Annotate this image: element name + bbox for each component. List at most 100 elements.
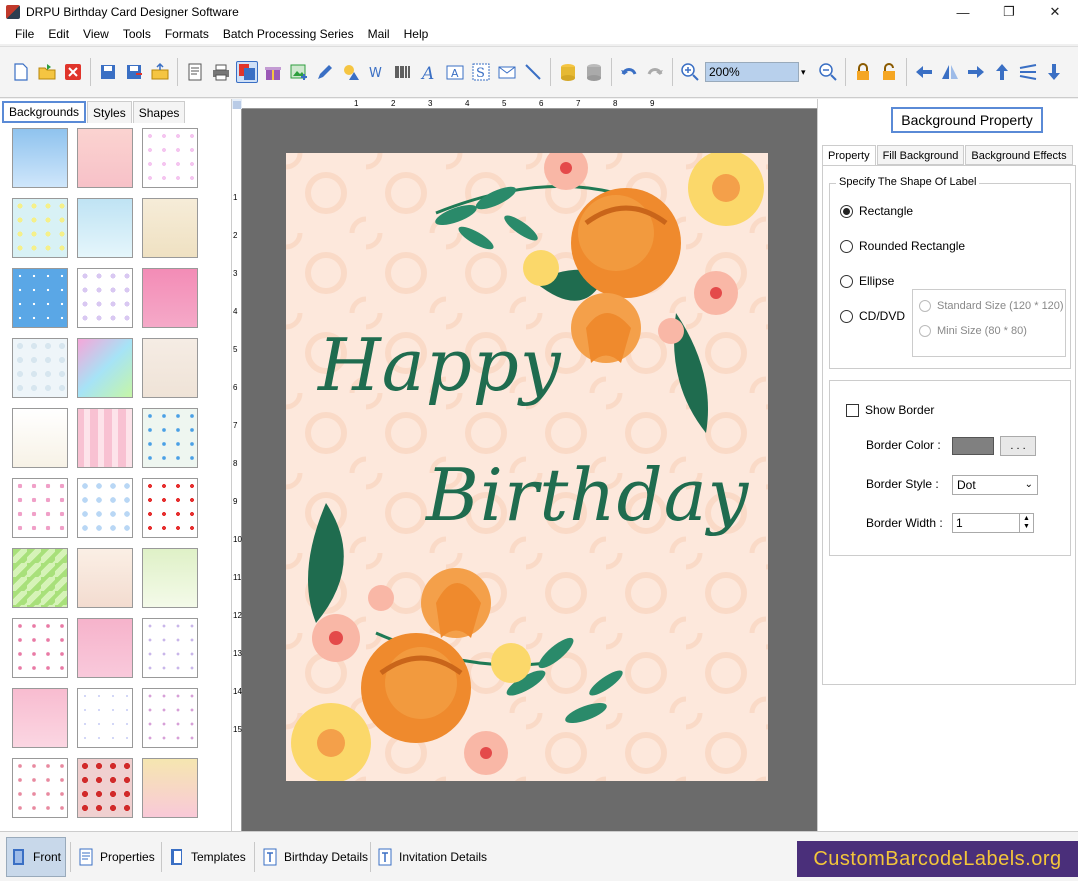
arrow-left-icon[interactable]	[913, 61, 935, 83]
background-thumbnail[interactable]	[142, 128, 198, 188]
card-view-icon[interactable]	[236, 61, 258, 83]
save-as-icon[interactable]	[123, 61, 145, 83]
unlock-icon[interactable]	[878, 61, 900, 83]
tab-properties[interactable]: Properties	[74, 837, 159, 877]
pen-icon[interactable]	[314, 61, 336, 83]
radio-cd-dvd[interactable]: CD/DVD	[840, 309, 905, 323]
gift-icon[interactable]	[262, 61, 284, 83]
shapes-icon[interactable]	[340, 61, 362, 83]
background-thumbnail[interactable]	[12, 478, 68, 538]
tab-backgrounds[interactable]: Backgrounds	[2, 101, 87, 123]
tab-birthday-details[interactable]: Birthday Details	[258, 837, 372, 877]
design-canvas[interactable]: Happy Birthday	[242, 109, 817, 831]
background-thumbnail[interactable]	[77, 268, 133, 328]
menu-formats[interactable]: Formats	[158, 24, 216, 44]
background-thumbnail[interactable]	[77, 198, 133, 258]
background-thumbnail[interactable]	[142, 198, 198, 258]
arrow-up-icon[interactable]	[991, 61, 1013, 83]
background-thumbnail[interactable]	[12, 268, 68, 328]
menu-view[interactable]: View	[76, 24, 116, 44]
print-icon[interactable]	[210, 61, 232, 83]
background-thumbnail[interactable]	[12, 408, 68, 468]
radio-mini-size[interactable]: Mini Size (80 * 80)	[919, 325, 1027, 337]
background-thumbnail[interactable]	[142, 548, 198, 608]
zoom-dropdown-icon[interactable]: ▾	[801, 67, 811, 78]
maximize-button[interactable]: ❐	[986, 0, 1032, 24]
export-icon[interactable]	[149, 61, 171, 83]
text-icon[interactable]: A	[418, 61, 440, 83]
background-thumbnail[interactable]	[77, 128, 133, 188]
close-button[interactable]: ✕	[1032, 0, 1078, 24]
minimize-button[interactable]: —	[940, 0, 986, 24]
background-thumbnail[interactable]	[12, 618, 68, 678]
barcode-icon[interactable]	[392, 61, 414, 83]
show-border-checkbox[interactable]: Show Border	[846, 403, 934, 417]
background-thumbnail[interactable]	[77, 688, 133, 748]
text-box-icon[interactable]: A	[444, 61, 466, 83]
align-icon[interactable]	[1017, 61, 1039, 83]
background-thumbnail[interactable]	[12, 338, 68, 398]
card-text-birthday[interactable]: Birthday	[426, 453, 749, 537]
radio-ellipse[interactable]: Ellipse	[840, 274, 894, 288]
spinner-arrows-icon[interactable]: ▲ ▼	[1019, 514, 1033, 532]
close-doc-icon[interactable]	[62, 61, 84, 83]
menu-edit[interactable]: Edit	[41, 24, 76, 44]
undo-icon[interactable]	[618, 61, 640, 83]
menu-help[interactable]: Help	[397, 24, 436, 44]
background-thumbnail[interactable]	[77, 338, 133, 398]
database-gray-icon[interactable]	[583, 61, 605, 83]
tab-background-effects[interactable]: Background Effects	[965, 145, 1073, 165]
border-style-select[interactable]: Dot ⌄	[952, 475, 1038, 495]
tab-invitation-details[interactable]: Invitation Details	[373, 837, 491, 877]
line-icon[interactable]	[522, 61, 544, 83]
birthday-card[interactable]: Happy Birthday	[286, 153, 768, 781]
background-thumbnail[interactable]	[142, 478, 198, 538]
flip-icon[interactable]	[939, 61, 961, 83]
zoom-out-icon[interactable]	[817, 61, 839, 83]
menu-tools[interactable]: Tools	[116, 24, 158, 44]
save-icon[interactable]	[97, 61, 119, 83]
tab-fill-background[interactable]: Fill Background	[876, 145, 965, 165]
tab-shapes[interactable]: Shapes	[132, 101, 186, 123]
background-thumbnail[interactable]	[142, 618, 198, 678]
lock-icon[interactable]	[852, 61, 874, 83]
background-thumbnail[interactable]	[142, 688, 198, 748]
symbol-icon[interactable]: S	[470, 61, 492, 83]
background-thumbnail[interactable]	[77, 478, 133, 538]
background-thumbnail[interactable]	[77, 548, 133, 608]
tab-property[interactable]: Property	[822, 145, 876, 165]
database-icon[interactable]	[557, 61, 579, 83]
radio-rectangle[interactable]: Rectangle	[840, 204, 913, 218]
zoom-combobox[interactable]: 200%	[705, 62, 799, 82]
background-thumbnail[interactable]	[12, 688, 68, 748]
border-color-picker-button[interactable]: . . .	[1000, 436, 1036, 456]
zoom-in-icon[interactable]	[679, 61, 701, 83]
tab-templates[interactable]: Templates	[165, 837, 250, 877]
menu-batch-processing[interactable]: Batch Processing Series	[216, 24, 361, 44]
insert-image-icon[interactable]	[288, 61, 310, 83]
background-thumbnail[interactable]	[77, 618, 133, 678]
properties-icon[interactable]	[184, 61, 206, 83]
background-thumbnail[interactable]	[142, 758, 198, 818]
tab-styles[interactable]: Styles	[87, 101, 132, 123]
menu-mail[interactable]: Mail	[361, 24, 397, 44]
mail-icon[interactable]	[496, 61, 518, 83]
menu-file[interactable]: File	[8, 24, 41, 44]
new-icon[interactable]	[10, 61, 32, 83]
arrow-right-icon[interactable]	[965, 61, 987, 83]
background-thumbnail[interactable]	[77, 758, 133, 818]
background-thumbnail[interactable]	[12, 198, 68, 258]
background-thumbnail[interactable]	[77, 408, 133, 468]
border-width-spinner[interactable]: 1 ▲ ▼	[952, 513, 1034, 533]
background-thumbnail[interactable]	[142, 268, 198, 328]
radio-rounded-rectangle[interactable]: Rounded Rectangle	[840, 239, 965, 253]
radio-standard-size[interactable]: Standard Size (120 * 120)	[919, 300, 1064, 312]
card-text-happy[interactable]: Happy	[318, 323, 562, 407]
background-thumbnail[interactable]	[12, 758, 68, 818]
arrow-down-icon[interactable]	[1043, 61, 1065, 83]
background-thumbnail[interactable]	[12, 128, 68, 188]
open-icon[interactable]	[36, 61, 58, 83]
background-thumbnail[interactable]	[142, 338, 198, 398]
tab-front[interactable]: Front	[6, 837, 67, 877]
redo-icon[interactable]	[644, 61, 666, 83]
